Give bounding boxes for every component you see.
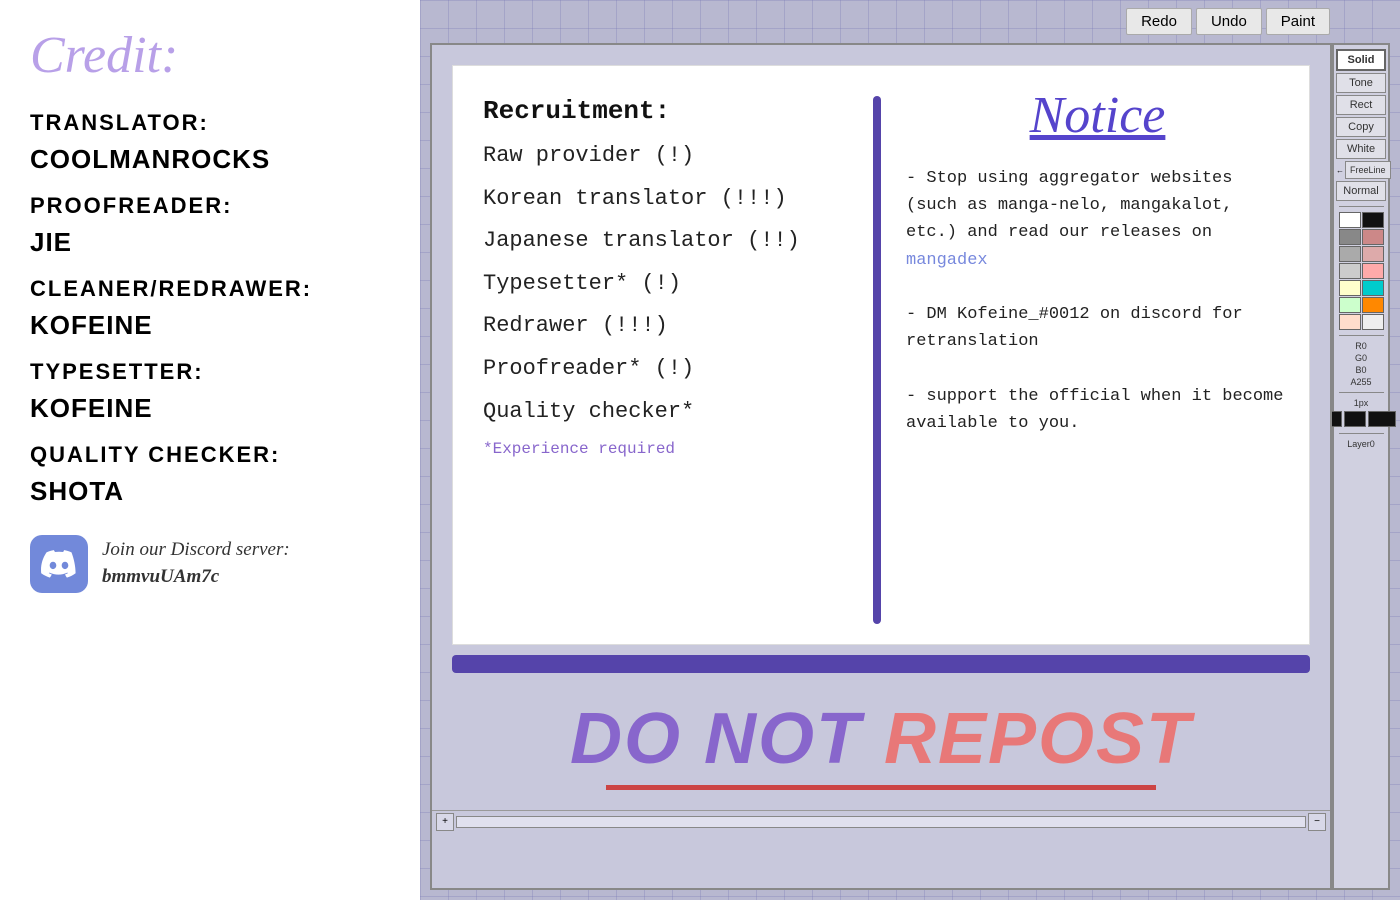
canvas-content: Recruitment: Raw provider (!) Korean tra… — [430, 43, 1332, 890]
layer-label: Layer0 — [1347, 439, 1375, 449]
color-swatch-silver[interactable] — [1339, 263, 1361, 279]
cleaner-name: KOFEINE — [30, 310, 390, 341]
color-swatch-black[interactable] — [1362, 212, 1384, 228]
role-label-cleaner: CLEANER/REDRAWER: — [30, 276, 390, 302]
notice-col: Notice - Stop using aggregator websites … — [881, 66, 1309, 644]
repost-text: REPOST — [884, 699, 1192, 779]
proofreader-name: JIE — [30, 227, 390, 258]
tool-tone[interactable]: Tone — [1336, 73, 1386, 93]
redo-button[interactable]: Redo — [1126, 8, 1192, 35]
left-panel: Credit: TRANSLATOR: COOLMANROCKS PROOFRE… — [0, 0, 420, 900]
role-label-typesetter: TYPESETTER: — [30, 359, 390, 385]
color-swatch-white[interactable] — [1339, 212, 1361, 228]
recruitment-item-5: Proofreader* (!) — [483, 355, 853, 384]
role-label-proofreader: PROOFREADER: — [30, 193, 390, 219]
recruitment-title: Recruitment: — [483, 96, 853, 126]
do-not-repost-text: DO NOT REPOST — [432, 698, 1330, 780]
tool-copy[interactable]: Copy — [1336, 117, 1386, 137]
canvas-wrapper: Recruitment: Raw provider (!) Korean tra… — [430, 43, 1390, 890]
a-label: A255 — [1350, 377, 1371, 387]
do-not-text: DO NOT — [570, 699, 862, 779]
do-not-repost: DO NOT REPOST — [432, 683, 1330, 810]
role-label-translator: TRANSLATOR: — [30, 110, 390, 136]
pen-size-large[interactable] — [1368, 411, 1396, 427]
quality-checker-name: SHOTA — [30, 476, 390, 507]
experience-note: *Experience required — [483, 440, 853, 458]
recruitment-col: Recruitment: Raw provider (!) Korean tra… — [453, 66, 873, 644]
tool-white[interactable]: White — [1336, 139, 1386, 159]
color-swatch-yellow[interactable] — [1339, 280, 1361, 296]
tool-freeline[interactable]: FreeLine — [1345, 161, 1391, 179]
right-sidebar: Solid Tone Rect Copy White ← FreeLine No… — [1332, 43, 1390, 890]
paint-button[interactable]: Paint — [1266, 8, 1330, 35]
tool-solid[interactable]: Solid — [1336, 49, 1386, 71]
canvas-scrollbar: + − — [432, 810, 1330, 832]
discord-logo[interactable] — [30, 535, 88, 593]
color-swatch-cyan[interactable] — [1362, 280, 1384, 296]
tool-normal[interactable]: Normal — [1336, 181, 1386, 201]
color-swatch-lightpink[interactable] — [1362, 246, 1384, 262]
b-label: B0 — [1355, 365, 1366, 375]
undo-button[interactable]: Undo — [1196, 8, 1262, 35]
scroll-right-button[interactable]: − — [1308, 813, 1326, 831]
recruitment-item-1: Korean translator (!!!) — [483, 185, 853, 214]
color-swatch-lightgreen[interactable] — [1339, 297, 1361, 313]
sidebar-divider-3 — [1339, 392, 1384, 393]
discord-text: Join our Discord server: bmmvuUAm7c — [102, 537, 290, 590]
dnr-underline — [606, 785, 1156, 790]
notice-text: - Stop using aggregator websites (such a… — [906, 165, 1289, 437]
credit-title: Credit: — [30, 30, 390, 82]
recruitment-item-0: Raw provider (!) — [483, 142, 853, 171]
color-swatch-gray[interactable] — [1339, 229, 1361, 245]
content-box: Recruitment: Raw provider (!) Korean tra… — [452, 65, 1310, 645]
color-swatches — [1339, 212, 1384, 330]
tool-rect[interactable]: Rect — [1336, 95, 1386, 115]
role-label-quality-checker: QUALITY CHECKER: — [30, 442, 390, 468]
sidebar-divider-2 — [1339, 335, 1384, 336]
pen-size-medium[interactable] — [1344, 411, 1366, 427]
pen-size-row — [1326, 411, 1396, 427]
vertical-divider — [873, 96, 881, 624]
purple-bar — [452, 655, 1310, 673]
notice-title: Notice — [906, 86, 1289, 145]
color-swatch-offwhite[interactable] — [1362, 314, 1384, 330]
discord-block: Join our Discord server: bmmvuUAm7c — [30, 535, 390, 593]
sidebar-divider-4 — [1339, 433, 1384, 434]
px-label: 1px — [1354, 398, 1369, 408]
g-label: G0 — [1355, 353, 1367, 363]
recruitment-item-6: Quality checker* — [483, 398, 853, 427]
scroll-left-button[interactable]: + — [436, 813, 454, 831]
sidebar-divider-1 — [1339, 206, 1384, 207]
r-label: R0 — [1355, 341, 1367, 351]
color-swatch-pink[interactable] — [1362, 229, 1384, 245]
main-area: Redo Undo Paint Recruitment: Raw provide… — [420, 0, 1400, 900]
typesetter-name: KOFEINE — [30, 393, 390, 424]
mangadex-link[interactable]: mangadex — [906, 251, 988, 270]
color-swatch-salmon[interactable] — [1362, 263, 1384, 279]
toolbar: Redo Undo Paint — [420, 0, 1400, 43]
color-swatch-peach[interactable] — [1339, 314, 1361, 330]
color-swatch-orange[interactable] — [1362, 297, 1384, 313]
scrollbar-track[interactable] — [456, 816, 1306, 828]
recruitment-item-2: Japanese translator (!!) — [483, 227, 853, 256]
translator-name: COOLMANROCKS — [30, 144, 390, 175]
color-swatch-lightgray[interactable] — [1339, 246, 1361, 262]
recruitment-item-3: Typesetter* (!) — [483, 270, 853, 299]
recruitment-item-4: Redrawer (!!!) — [483, 312, 853, 341]
